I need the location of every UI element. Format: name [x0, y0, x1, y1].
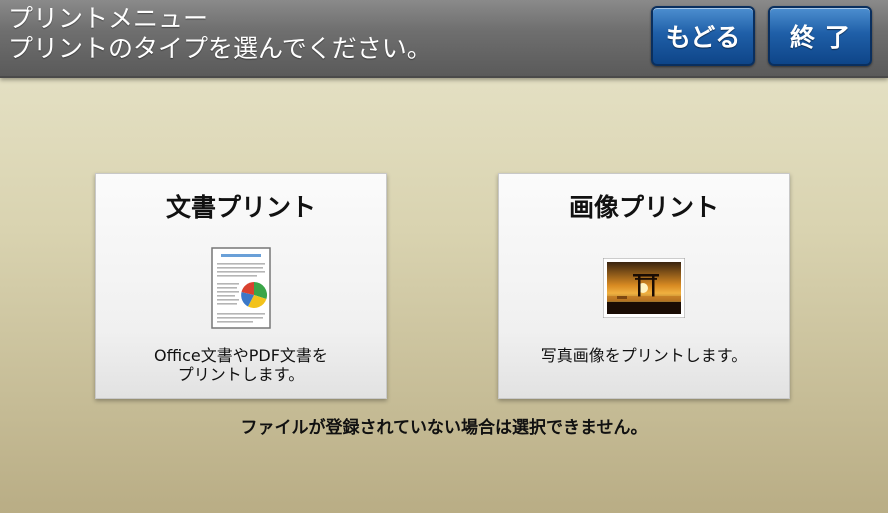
document-icon	[211, 247, 271, 329]
photo-icon	[603, 258, 685, 318]
page-title: プリントメニュー	[8, 4, 209, 33]
image-print-description: 写真画像をプリントします。	[540, 346, 748, 365]
end-button[interactable]: 終了	[768, 6, 872, 66]
availability-note: ファイルが登録されていない場合は選択できません。	[240, 418, 648, 438]
document-print-title: 文書プリント	[165, 193, 316, 222]
header-bar: プリントメニュー プリントのタイプを選んでください。 もどる 終了	[0, 0, 888, 78]
image-print-title: 画像プリント	[568, 193, 719, 222]
image-print-button[interactable]: 画像プリント 写真画像をプリントします。	[498, 173, 790, 399]
document-desc-line2: プリントします。	[177, 365, 305, 384]
document-desc-line1: Office文書やPDF文書を	[154, 346, 328, 365]
document-print-button[interactable]: 文書プリント Office文書やPDF文書を プリントします。	[95, 173, 387, 399]
document-print-description: Office文書やPDF文書を プリントします。	[96, 346, 386, 384]
back-button[interactable]: もどる	[651, 6, 755, 66]
page-subtitle: プリントのタイプを選んでください。	[8, 34, 432, 63]
